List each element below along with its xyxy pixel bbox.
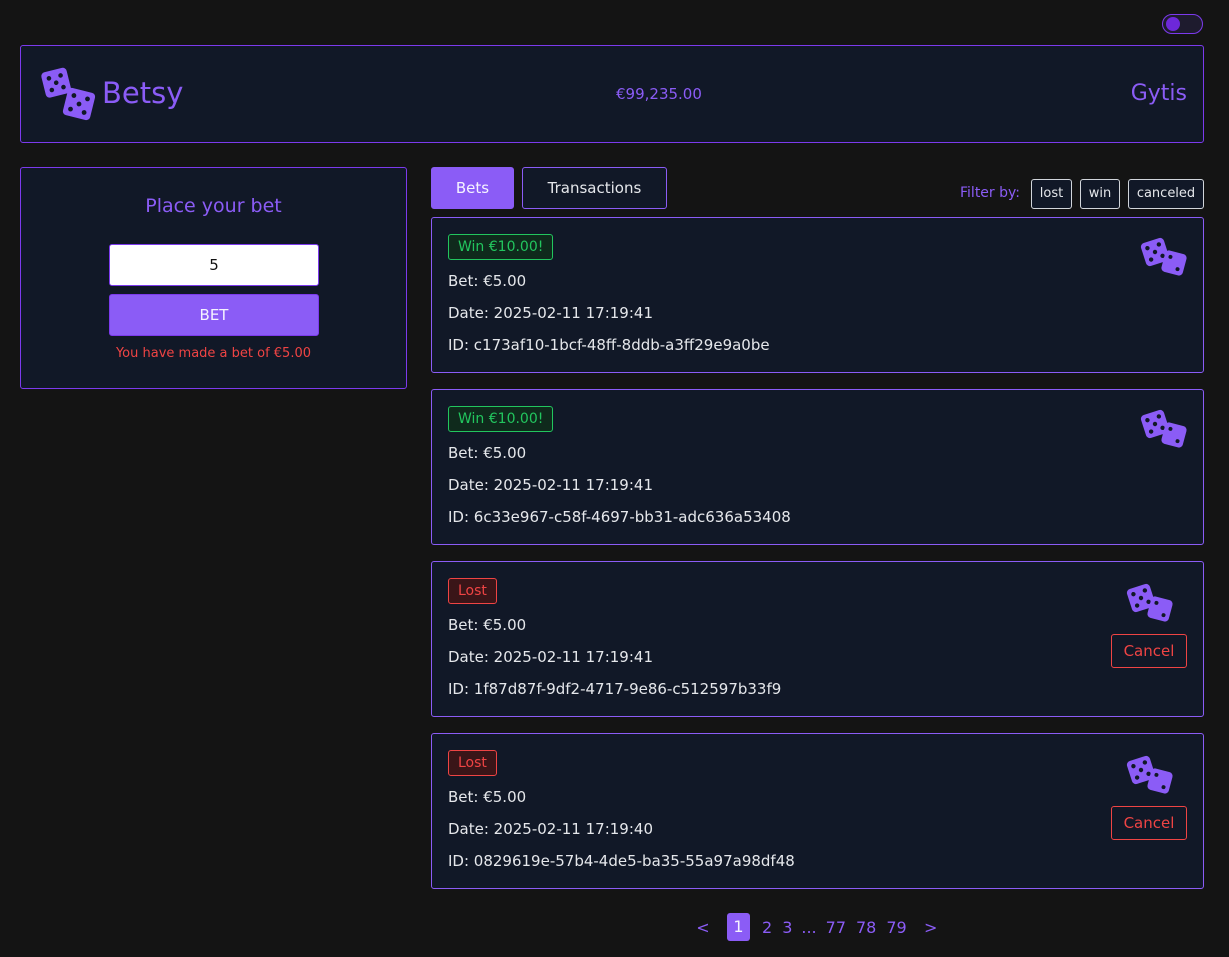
- pagination-page[interactable]: 3: [777, 918, 797, 937]
- dice-icon: [1125, 582, 1174, 623]
- tab-bets[interactable]: Bets: [431, 167, 514, 209]
- bet-button[interactable]: BET: [109, 294, 319, 336]
- bet-id: ID: 1f87d87f-9df2-4717-9e86-c512597b33f9: [448, 680, 782, 698]
- bet-date: Date: 2025-02-11 17:19:41: [448, 476, 653, 494]
- bet-date: Date: 2025-02-11 17:19:41: [448, 648, 653, 666]
- pagination-prev[interactable]: <: [690, 918, 716, 937]
- pagination-page[interactable]: 77: [821, 918, 851, 937]
- brand-name[interactable]: Betsy: [102, 76, 183, 110]
- bet-card: Lost Bet: €5.00 Date: 2025-02-11 17:19:4…: [431, 561, 1204, 717]
- bet-card: Lost Bet: €5.00 Date: 2025-02-11 17:19:4…: [431, 733, 1204, 889]
- user-name[interactable]: Gytis: [1131, 81, 1187, 106]
- filter-canceled-button[interactable]: canceled: [1128, 179, 1204, 209]
- bet-id: ID: 0829619e-57b4-4de5-ba35-55a97a98df48: [448, 852, 795, 870]
- pagination-page[interactable]: 79: [881, 918, 911, 937]
- pagination-page-current[interactable]: 1: [727, 913, 750, 941]
- bet-panel-title: Place your bet: [145, 195, 282, 217]
- bet-card: Win €10.00! Bet: €5.00 Date: 2025-02-11 …: [431, 217, 1204, 373]
- bet-amount: Bet: €5.00: [448, 444, 527, 462]
- bet-confirmation-message: You have made a bet of €5.00: [115, 346, 312, 361]
- bet-date: Date: 2025-02-11 17:19:41: [448, 304, 653, 322]
- filter-lost-button[interactable]: lost: [1031, 179, 1072, 209]
- pagination-next[interactable]: >: [918, 918, 944, 937]
- filter-label: Filter by:: [960, 185, 1020, 201]
- dice-icon: [1139, 236, 1188, 277]
- filter-win-button[interactable]: win: [1080, 179, 1120, 209]
- app-header: Betsy €99,235.00 Gytis: [20, 45, 1204, 143]
- bet-amount: Bet: €5.00: [448, 616, 527, 634]
- bet-amount: Bet: €5.00: [448, 272, 527, 290]
- pagination-page[interactable]: 2: [757, 918, 777, 937]
- bet-id: ID: 6c33e967-c58f-4697-bb31-adc636a53408: [448, 508, 791, 526]
- status-badge: Lost: [448, 750, 497, 776]
- bet-id: ID: c173af10-1bcf-48ff-8ddb-a3ff29e9a0be: [448, 336, 770, 354]
- dice-icon: [1139, 408, 1188, 449]
- balance: €99,235.00: [616, 85, 702, 103]
- bet-card: Win €10.00! Bet: €5.00 Date: 2025-02-11 …: [431, 389, 1204, 545]
- toggle-knob: [1166, 17, 1180, 31]
- bet-date: Date: 2025-02-11 17:19:40: [448, 820, 653, 838]
- status-badge: Win €10.00!: [448, 234, 554, 260]
- theme-toggle[interactable]: [1162, 14, 1203, 34]
- place-bet-panel: Place your bet BET You have made a bet o…: [20, 167, 407, 389]
- cancel-bet-button[interactable]: Cancel: [1111, 806, 1187, 840]
- pagination-page[interactable]: 78: [851, 918, 881, 937]
- status-badge: Win €10.00!: [448, 406, 554, 432]
- cancel-bet-button[interactable]: Cancel: [1111, 634, 1187, 668]
- dice-icon: [41, 67, 96, 121]
- bet-amount: Bet: €5.00: [448, 788, 527, 806]
- dice-icon: [1125, 754, 1174, 795]
- status-badge: Lost: [448, 578, 497, 604]
- tab-transactions[interactable]: Transactions: [522, 167, 667, 209]
- bet-amount-input[interactable]: [109, 244, 319, 286]
- pagination: < 1 2 3 ... 77 78 79 >: [690, 913, 944, 941]
- pagination-ellipsis: ...: [801, 917, 817, 937]
